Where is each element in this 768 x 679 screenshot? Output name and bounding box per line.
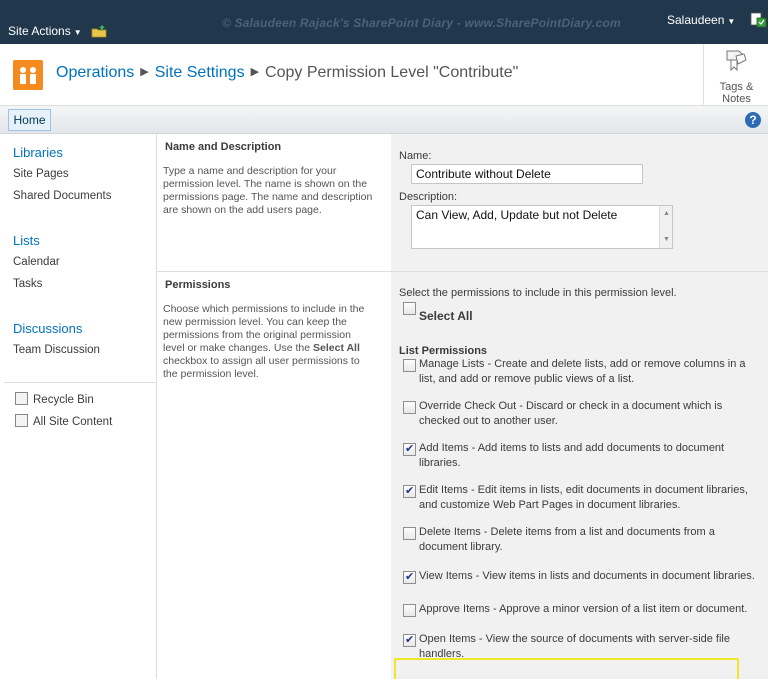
permission-checkbox[interactable] (403, 401, 416, 414)
breadcrumb-separator-icon: ▶ (140, 66, 149, 78)
site-logo-icon[interactable] (13, 60, 43, 90)
permission-checkbox[interactable] (403, 359, 416, 372)
ql-recycle-bin[interactable]: Recycle Bin (15, 392, 94, 406)
permission-label: Approve Items - Approve a minor version … (419, 603, 748, 615)
ql-heading-discussions[interactable]: Discussions (13, 321, 82, 336)
site-actions-label: Site Actions (8, 24, 71, 38)
name-section-info: Name and Description Type a name and des… (157, 134, 391, 271)
recycle-bin-icon (15, 392, 28, 405)
ql-item-site-pages[interactable]: Site Pages (13, 168, 69, 180)
permissions-section-info: Permissions Choose which permissions to … (157, 272, 391, 679)
permission-label: Open Items - View the source of document… (419, 633, 730, 660)
top-navigation: Home ? (0, 106, 768, 134)
main-content: Name and Description Type a name and des… (157, 134, 768, 679)
permissions-section-fields: Select the permissions to include in thi… (391, 272, 768, 679)
ql-all-site-content[interactable]: All Site Content (15, 414, 112, 428)
tab-home[interactable]: Home (8, 109, 51, 131)
scroll-down-icon[interactable]: ▼ (663, 236, 670, 243)
permission-label: Delete Items - Delete items from a list … (419, 526, 715, 553)
permission-checkbox[interactable] (403, 442, 416, 456)
chevron-down-icon: ▼ (73, 28, 82, 37)
name-section-description: Type a name and description for your per… (163, 165, 373, 216)
permissions-section-description: Choose which permissions to include in t… (163, 303, 375, 381)
permission-checkbox[interactable] (403, 604, 416, 617)
ql-divider (4, 382, 156, 383)
list-permissions-heading: List Permissions (399, 345, 488, 357)
breadcrumb: Operations ▶ Site Settings ▶ Copy Permission… (56, 64, 518, 82)
permission-label: Add Items - Add items to lists and add d… (419, 442, 725, 469)
watermark-text: © Salaudeen Rajack's SharePoint Diary - … (222, 16, 621, 30)
scroll-up-icon[interactable]: ▲ (663, 210, 670, 217)
name-input[interactable] (411, 164, 643, 184)
ql-item-tasks[interactable]: Tasks (13, 278, 42, 290)
recycle-bin-label: Recycle Bin (33, 394, 94, 406)
permissions-intro: Select the permissions to include in thi… (399, 287, 677, 299)
navigate-up-icon[interactable] (91, 24, 107, 38)
breadcrumb-site-settings[interactable]: Site Settings (155, 64, 245, 81)
ql-item-calendar[interactable]: Calendar (13, 256, 60, 268)
select-all-label: Select All (419, 309, 473, 323)
permissions-desc-post: checkbox to assign all user permissions … (163, 355, 360, 380)
name-section-fields: Name: Description: Can View, Add, Update… (391, 134, 768, 271)
help-icon[interactable]: ? (745, 112, 761, 128)
name-label: Name: (399, 150, 432, 162)
tags-notes-button[interactable]: Tags & Notes (703, 44, 768, 106)
permission-label: Edit Items - Edit items in lists, edit d… (419, 484, 748, 511)
chevron-down-icon: ▼ (727, 17, 736, 26)
permission-label: View Items - View items in lists and doc… (419, 570, 755, 582)
permission-checkbox[interactable] (403, 484, 416, 498)
ql-heading-libraries[interactable]: Libraries (13, 145, 63, 160)
breadcrumb-operations[interactable]: Operations (56, 64, 134, 81)
permission-label: Override Check Out - Discard or check in… (419, 400, 723, 427)
tag-icon (726, 50, 747, 72)
ql-heading-lists[interactable]: Lists (13, 233, 40, 248)
permissions-desc-bold: Select All (313, 342, 360, 354)
description-label: Description: (399, 191, 458, 203)
tags-label-line2: Notes (722, 93, 751, 105)
site-content-icon (15, 414, 28, 427)
ql-item-shared-documents[interactable]: Shared Documents (13, 190, 111, 202)
permission-checkbox[interactable] (403, 570, 416, 584)
permissions-section-title: Permissions (165, 279, 231, 291)
description-textarea[interactable]: Can View, Add, Update but not Delete (411, 205, 673, 249)
name-section-title: Name and Description (165, 141, 282, 153)
ql-item-team-discussion[interactable]: Team Discussion (13, 344, 100, 356)
site-actions-menu[interactable]: Site Actions ▼ (8, 24, 82, 38)
user-name: Salaudeen (667, 13, 725, 27)
tags-notes-label: Tags & Notes (704, 81, 768, 105)
all-site-content-label: All Site Content (33, 416, 113, 428)
permission-checkbox[interactable] (403, 527, 416, 540)
select-all-checkbox[interactable] (403, 302, 416, 315)
permission-checkbox[interactable] (403, 633, 416, 647)
page-title: Copy Permission Level "Contribute" (265, 64, 519, 81)
quick-launch: Libraries Site Pages Shared Documents Li… (0, 134, 157, 679)
tags-label-line1: Tags & (719, 81, 754, 93)
breadcrumb-separator-icon: ▶ (250, 66, 260, 78)
top-ribbon-bar: Site Actions ▼ © Salaudeen Rajack's Share… (0, 0, 768, 44)
permission-label: Manage Lists - Create and delete lists, … (419, 358, 746, 385)
user-menu[interactable]: Salaudeen ▼ (667, 13, 735, 27)
sync-icon[interactable] (750, 12, 767, 28)
title-area: Operations ▶ Site Settings ▶ Copy Permission… (0, 44, 768, 106)
description-scrollbar[interactable]: ▲ ▼ (659, 206, 672, 248)
